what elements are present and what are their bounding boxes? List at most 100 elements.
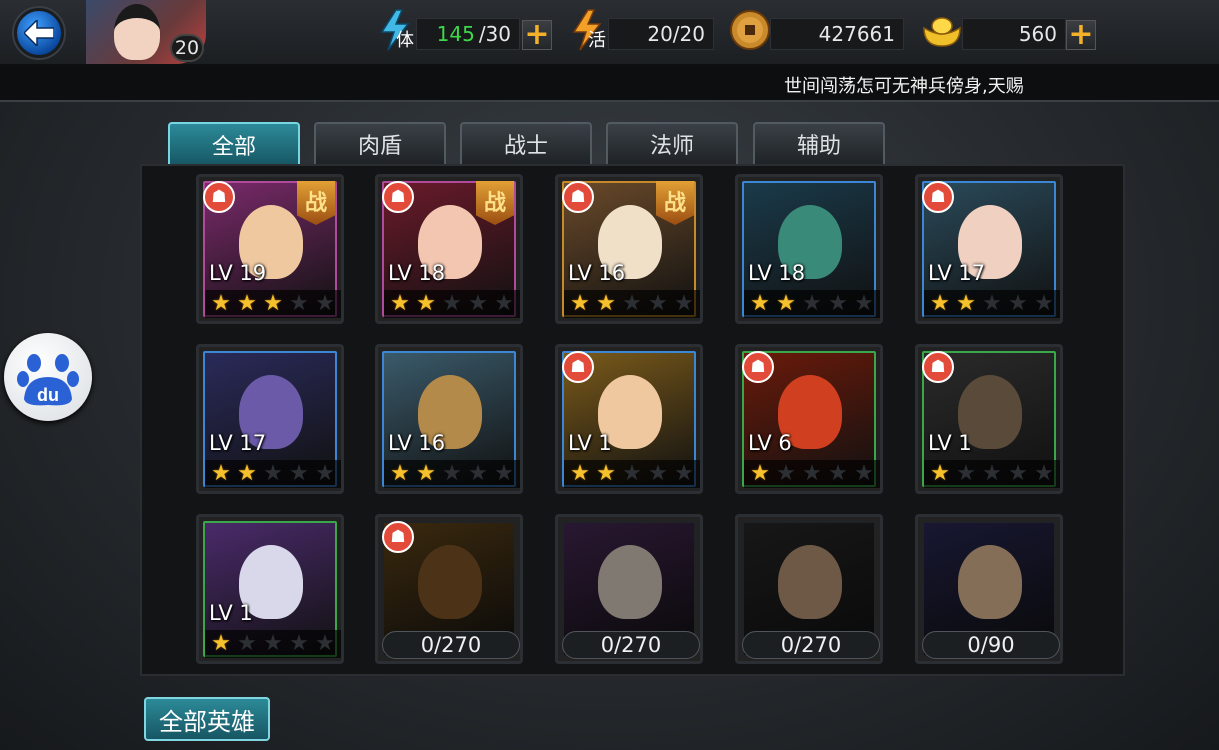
hero-card[interactable]: ☗ 战 LV 18 ★ ★ ★ ★ ★ [375, 174, 523, 324]
hero-level: LV 1 [209, 601, 253, 625]
hero-star-rating: ★ ★ ★ ★ ★ [384, 460, 520, 488]
star-empty-icon: ★ [776, 461, 796, 486]
hero-card[interactable]: LV 17 ★ ★ ★ ★ ★ [196, 344, 344, 494]
hero-card[interactable]: ☗ LV 1 ★ ★ ★ ★ ★ [915, 344, 1063, 494]
star-filled-icon: ★ [930, 461, 950, 486]
star-empty-icon: ★ [674, 461, 694, 486]
hero-star-rating: ★ ★ ★ ★ ★ [564, 290, 700, 318]
all-heroes-button[interactable]: 全部英雄 [144, 697, 270, 741]
star-empty-icon: ★ [494, 461, 514, 486]
announcement-text: 世间闯荡怎可无神兵傍身,天赐 [784, 76, 1024, 97]
hero-level: LV 17 [209, 431, 267, 455]
star-empty-icon: ★ [622, 291, 642, 316]
top-bar: 20 体 145 /30 + 活 20/20 427661 560 + [0, 0, 1219, 66]
hero-card[interactable]: ☗ LV 6 ★ ★ ★ ★ ★ [735, 344, 883, 494]
armor-badge-icon: ☗ [922, 351, 954, 383]
star-empty-icon: ★ [622, 461, 642, 486]
armor-badge-icon: ☗ [562, 351, 594, 383]
star-empty-icon: ★ [289, 291, 309, 316]
armor-badge-icon: ☗ [922, 181, 954, 213]
star-empty-icon: ★ [648, 461, 668, 486]
star-empty-icon: ★ [442, 461, 462, 486]
star-filled-icon: ★ [596, 461, 616, 486]
hero-face [958, 545, 1022, 619]
armor-badge-icon: ☗ [382, 181, 414, 213]
star-empty-icon: ★ [263, 461, 283, 486]
hero-level: LV 1 [568, 431, 612, 455]
fragment-progress: 0/270 [742, 631, 880, 659]
star-filled-icon: ★ [237, 461, 257, 486]
star-empty-icon: ★ [289, 461, 309, 486]
star-filled-icon: ★ [570, 291, 590, 316]
star-filled-icon: ★ [211, 461, 231, 486]
hero-card[interactable]: LV 16 ★ ★ ★ ★ ★ [375, 344, 523, 494]
star-empty-icon: ★ [263, 631, 283, 656]
hero-face [598, 545, 662, 619]
hero-card[interactable]: ☗ 战 LV 16 ★ ★ ★ ★ ★ [555, 174, 703, 324]
star-filled-icon: ★ [596, 291, 616, 316]
armor-badge-icon: ☗ [203, 181, 235, 213]
hero-card[interactable]: ☗ LV 1 ★ ★ ★ ★ ★ [555, 344, 703, 494]
hero-card[interactable]: LV 18 ★ ★ ★ ★ ★ [735, 174, 883, 324]
hero-fragment-card[interactable]: 0/90 [915, 514, 1063, 664]
star-empty-icon: ★ [315, 631, 335, 656]
star-empty-icon: ★ [494, 291, 514, 316]
star-empty-icon: ★ [1034, 461, 1054, 486]
tab-mage[interactable]: 法师 [606, 122, 738, 164]
hero-star-rating: ★ ★ ★ ★ ★ [205, 630, 341, 658]
hero-star-rating: ★ ★ ★ ★ ★ [924, 290, 1060, 318]
star-filled-icon: ★ [211, 291, 231, 316]
stamina-value: 145 /30 [416, 18, 520, 50]
star-empty-icon: ★ [289, 631, 309, 656]
hero-card[interactable]: LV 1 ★ ★ ★ ★ ★ [196, 514, 344, 664]
star-filled-icon: ★ [390, 461, 410, 486]
vitality-icon: 活 [564, 6, 612, 54]
hero-grid-panel: ☗ 战 LV 19 ★ ★ ★ ★ ★ ☗ 战 LV 18 ★ ★ ★ ★ ★ ☗ 战 LV 16 ★ ★ ★ ★ ★ LV 1… [140, 164, 1125, 676]
hero-fragment-card[interactable]: ☗ 0/270 [375, 514, 523, 664]
baidu-float-button[interactable]: du [4, 333, 92, 421]
star-empty-icon: ★ [956, 461, 976, 486]
back-button[interactable] [14, 8, 64, 58]
hero-card[interactable]: ☗ 战 LV 19 ★ ★ ★ ★ ★ [196, 174, 344, 324]
tab-tank[interactable]: 肉盾 [314, 122, 446, 164]
star-empty-icon: ★ [802, 291, 822, 316]
tab-all[interactable]: 全部 [168, 122, 300, 166]
hero-star-rating: ★ ★ ★ ★ ★ [744, 460, 880, 488]
fragment-progress: 0/270 [562, 631, 700, 659]
add-stamina-button[interactable]: + [522, 20, 552, 50]
hero-star-rating: ★ ★ ★ ★ ★ [205, 460, 341, 488]
star-filled-icon: ★ [263, 291, 283, 316]
hero-level: LV 17 [928, 261, 986, 285]
star-empty-icon: ★ [854, 291, 874, 316]
fragment-progress: 0/270 [382, 631, 520, 659]
tab-warrior[interactable]: 战士 [460, 122, 592, 164]
hero-level: LV 1 [928, 431, 972, 455]
hero-fragment-card[interactable]: 0/270 [735, 514, 883, 664]
hero-fragment-card[interactable]: 0/270 [555, 514, 703, 664]
svg-text:du: du [37, 385, 59, 405]
hero-card[interactable]: ☗ LV 17 ★ ★ ★ ★ ★ [915, 174, 1063, 324]
avatar-face [114, 4, 160, 60]
player-level-badge: 20 [170, 34, 204, 62]
tab-support[interactable]: 辅助 [753, 122, 885, 164]
hero-star-rating: ★ ★ ★ ★ ★ [384, 290, 520, 318]
add-ingot-button[interactable]: + [1066, 20, 1096, 50]
star-filled-icon: ★ [237, 291, 257, 316]
star-filled-icon: ★ [570, 461, 590, 486]
star-filled-icon: ★ [416, 461, 436, 486]
star-empty-icon: ★ [468, 461, 488, 486]
hero-level: LV 6 [748, 431, 792, 455]
back-arrow-icon [24, 20, 54, 46]
star-empty-icon: ★ [1008, 461, 1028, 486]
armor-badge-icon: ☗ [742, 351, 774, 383]
star-empty-icon: ★ [802, 461, 822, 486]
star-filled-icon: ★ [750, 291, 770, 316]
star-empty-icon: ★ [1034, 291, 1054, 316]
hero-level: LV 19 [209, 261, 267, 285]
star-filled-icon: ★ [390, 291, 410, 316]
star-filled-icon: ★ [776, 291, 796, 316]
armor-badge-icon: ☗ [562, 181, 594, 213]
vitality-label: 活 [588, 30, 606, 51]
hero-level: LV 18 [748, 261, 806, 285]
hero-star-rating: ★ ★ ★ ★ ★ [744, 290, 880, 318]
